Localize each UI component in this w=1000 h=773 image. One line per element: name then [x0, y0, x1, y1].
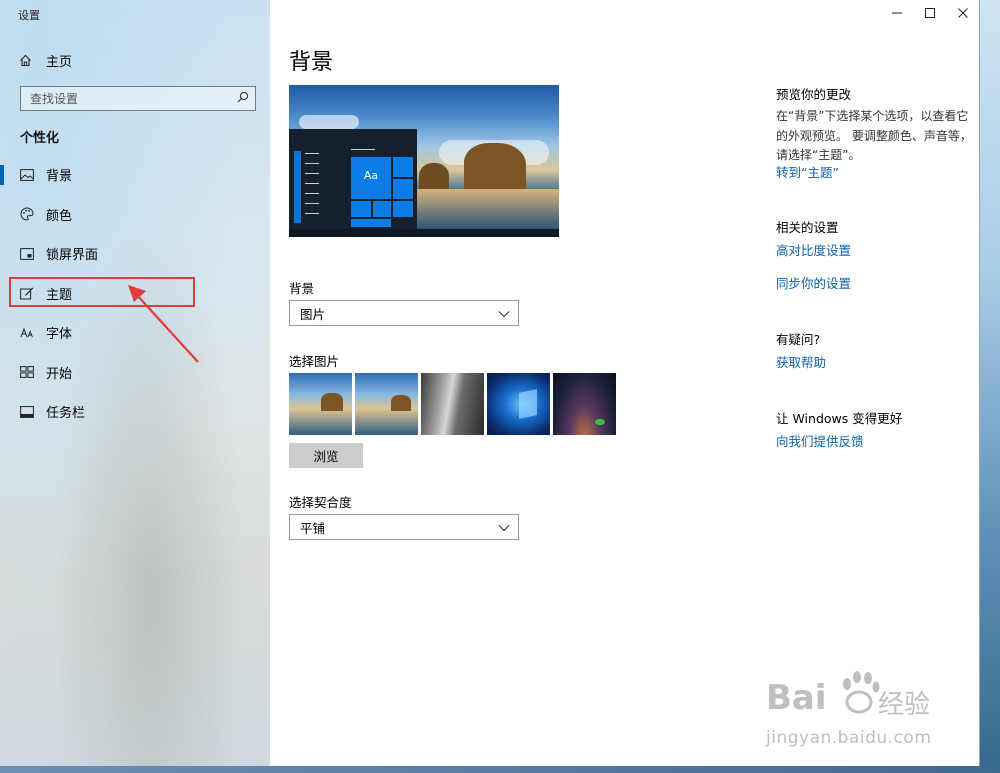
taskbar-edge — [0, 766, 1000, 773]
window-controls — [880, 0, 980, 28]
related-settings-heading: 相关的设置 — [776, 220, 839, 235]
picture-thumbnail[interactable] — [487, 373, 550, 435]
close-button[interactable] — [946, 0, 979, 28]
choose-picture-label: 选择图片 — [289, 354, 340, 369]
picture-thumbnail[interactable] — [421, 373, 484, 435]
improve-windows-heading: 让 Windows 变得更好 — [776, 411, 903, 426]
background-type-dropdown[interactable]: 图片 — [289, 300, 519, 326]
palette-icon — [20, 207, 34, 221]
goto-themes-link[interactable]: 转到“主题” — [776, 162, 839, 181]
get-help-link[interactable]: 获取帮助 — [776, 352, 826, 371]
browse-button[interactable]: 浏览 — [289, 443, 363, 468]
search-icon[interactable] — [237, 91, 249, 106]
home-link[interactable]: 主页 — [18, 50, 72, 70]
minimize-icon — [891, 7, 902, 21]
picture-thumbnail[interactable] — [355, 373, 418, 435]
background-type-label: 背景 — [289, 281, 315, 296]
sidebar-item-label: 背景 — [46, 169, 73, 185]
sidebar: 设置 主页 个性化 背景 — [0, 0, 270, 766]
sidebar-item-lock-screen[interactable]: 锁屏界面 — [0, 234, 270, 274]
section-label-personalization: 个性化 — [20, 131, 60, 146]
home-icon — [18, 53, 32, 67]
sync-settings-link[interactable]: 同步你的设置 — [776, 273, 851, 292]
sidebar-item-label: 颜色 — [46, 208, 73, 224]
app-title: 设置 — [18, 9, 40, 22]
preview-heading: 预览你的更改 — [776, 87, 852, 102]
close-icon — [957, 7, 968, 21]
paw-logo-icon — [838, 670, 880, 719]
desktop-background — [980, 0, 1000, 773]
chevron-down-icon — [498, 520, 510, 535]
watermark-brand-suffix: 经验 — [878, 690, 931, 720]
home-label: 主页 — [46, 54, 73, 70]
high-contrast-link[interactable]: 高对比度设置 — [776, 240, 851, 259]
feedback-link[interactable]: 向我们提供反馈 — [776, 431, 864, 450]
annotation-arrow — [128, 285, 199, 363]
picture-thumbnails — [289, 373, 616, 435]
background-preview: Aa — [289, 85, 559, 237]
sidebar-item-taskbar[interactable]: 任务栏 — [0, 392, 270, 432]
lock-screen-icon — [20, 247, 34, 261]
maximize-icon — [924, 7, 935, 21]
font-icon — [20, 326, 34, 340]
sidebar-item-background[interactable]: 背景 — [0, 155, 270, 195]
baidu-watermark: Bai 经验 jingyan.baidu.com — [766, 670, 966, 760]
search-input[interactable] — [30, 91, 220, 106]
picture-thumbnail[interactable] — [553, 373, 616, 435]
fit-value: 平铺 — [300, 520, 326, 536]
question-heading: 有疑问? — [776, 332, 821, 347]
sidebar-item-label: 任务栏 — [46, 406, 86, 422]
background-type-value: 图片 — [300, 306, 326, 322]
picture-thumbnail[interactable] — [289, 373, 352, 435]
minimize-button[interactable] — [880, 0, 913, 28]
fit-dropdown[interactable]: 平铺 — [289, 514, 519, 540]
preview-tile: Aa — [351, 157, 391, 193]
sidebar-item-label: 字体 — [46, 327, 73, 343]
taskbar-icon — [20, 405, 34, 419]
preview-taskbar — [289, 229, 559, 237]
sidebar-item-label: 锁屏界面 — [46, 248, 99, 264]
sidebar-item-label: 开始 — [46, 366, 73, 382]
sidebar-item-colors[interactable]: 颜色 — [0, 195, 270, 235]
page-title: 背景 — [289, 50, 334, 75]
maximize-button[interactable] — [913, 0, 946, 28]
watermark-brand: Bai — [766, 678, 827, 718]
chevron-down-icon — [498, 306, 510, 321]
preview-description: 在“背景”下选择某个选项，以查看它的外观预览。 要调整颜色、声音等，请选择“主题… — [776, 109, 972, 162]
watermark-url: jingyan.baidu.com — [766, 728, 932, 748]
start-grid-icon — [20, 365, 34, 379]
settings-window: 设置 主页 个性化 背景 — [0, 0, 980, 766]
fit-label: 选择契合度 — [289, 495, 352, 510]
search-box — [20, 86, 256, 111]
picture-icon — [20, 168, 34, 182]
